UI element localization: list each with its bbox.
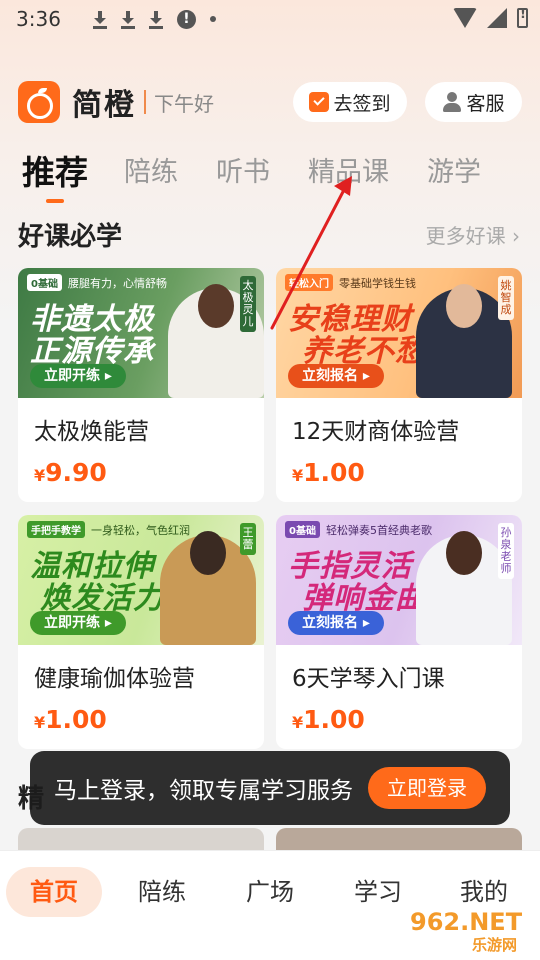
battery-icon: [517, 7, 528, 28]
download-icon: [148, 9, 163, 29]
course-banner: 0基础 轻松弹奏5首经典老歌 手指灵活 弹响金曲 立刻报名 ▸ 孙泉老师: [276, 515, 522, 645]
wifi-icon: [453, 8, 477, 28]
banner-tagline: 轻松弹奏5首经典老歌: [325, 523, 432, 537]
app-logo-icon: [18, 81, 60, 123]
app-header: 简橙 下午好 去签到 客服: [18, 80, 522, 124]
login-prompt-text: 马上登录，领取专属学习服务: [54, 778, 353, 804]
user-icon: [442, 92, 462, 112]
banner-chip: 0基础: [27, 274, 62, 291]
category-tabs: 推荐 陪练 听书 精品课 游学: [22, 145, 519, 203]
banner-tagline: 腰腿有力，心情舒畅: [67, 276, 167, 290]
banner-chip: 0基础: [285, 521, 320, 538]
course-card[interactable]: 0基础 轻松弹奏5首经典老歌 手指灵活 弹响金曲 立刻报名 ▸ 孙泉老师 6天学…: [276, 515, 522, 749]
tab-study-tour[interactable]: 游学: [427, 151, 481, 195]
calendar-check-icon: [309, 92, 330, 112]
banner-cta: 立刻报名 ▸: [288, 611, 384, 635]
nav-practice[interactable]: 陪练: [114, 867, 210, 917]
bottom-navigation: 首页 陪练 广场 学习 我的 962.NET 乐游网: [0, 850, 540, 960]
course-card[interactable]: 手把手教学 一身轻松，气色红润 温和拉伸 焕发活力 立即开练 ▸ 王蕾 健康瑜伽…: [18, 515, 264, 749]
course-banner: 0基础 腰腿有力，心情舒畅 非遗太极 正源传承 立即开练 ▸ 太极灵儿: [18, 268, 264, 398]
nav-home[interactable]: 首页: [6, 867, 102, 917]
download-icon: [92, 9, 107, 29]
banner-chip: 轻松入门: [285, 274, 333, 291]
course-name: 12天财商体验营: [292, 419, 460, 445]
banner-cta: 立即开练 ▸: [30, 364, 126, 388]
alert-icon: !: [176, 9, 196, 29]
course-banner: 手把手教学 一身轻松，气色红润 温和拉伸 焕发活力 立即开练 ▸ 王蕾: [18, 515, 264, 645]
more-courses-link[interactable]: 更多好课 ›: [426, 220, 520, 249]
status-time: 3:36: [16, 7, 61, 31]
teacher-name-tag: 太极灵儿: [240, 276, 256, 332]
signal-icon: [487, 8, 507, 28]
login-button[interactable]: 立即登录: [368, 767, 486, 809]
course-card[interactable]: 轻松入门 零基础学钱生钱 安稳理财 养老不愁 立刻报名 ▸ 姚智成 12天财商体…: [276, 268, 522, 502]
service-label: 客服: [466, 92, 505, 115]
status-bar: 3:36 !: [0, 0, 540, 38]
banner-chip: 手把手教学: [27, 521, 85, 538]
banner-tagline: 一身轻松，气色红润: [91, 523, 190, 537]
course-price: ¥1.00: [292, 705, 365, 734]
course-name: 健康瑜伽体验营: [34, 666, 195, 692]
course-name: 6天学琴入门课: [292, 666, 445, 692]
tab-practice[interactable]: 陪练: [124, 151, 178, 195]
tab-premium-courses[interactable]: 精品课: [308, 151, 389, 195]
watermark-line2: 乐游网: [472, 936, 517, 954]
course-card[interactable]: 0基础 腰腿有力，心情舒畅 非遗太极 正源传承 立即开练 ▸ 太极灵儿 太极焕能…: [18, 268, 264, 502]
section-title: 好课必学: [18, 222, 123, 252]
login-prompt-toast: 马上登录，领取专属学习服务 立即登录: [30, 751, 510, 825]
site-watermark: 962.NET 乐游网: [402, 902, 534, 956]
checkin-label: 去签到: [333, 92, 391, 115]
banner-cta: 立刻报名 ▸: [288, 364, 384, 388]
banner-cta: 立即开练 ▸: [30, 611, 126, 635]
header-divider: [144, 90, 146, 114]
app-name: 简橙: [72, 88, 136, 123]
nav-plaza[interactable]: 广场: [222, 867, 318, 917]
more-notifications-icon: [209, 16, 216, 22]
greeting-text: 下午好: [154, 91, 214, 116]
banner-tagline: 零基础学钱生钱: [339, 276, 416, 290]
customer-service-button[interactable]: 客服: [425, 82, 522, 122]
course-name: 太极焕能营: [34, 419, 149, 445]
course-price: ¥1.00: [292, 458, 365, 487]
tab-audiobooks[interactable]: 听书: [216, 151, 270, 195]
teacher-name-tag: 姚智成: [498, 276, 514, 320]
course-price: ¥9.90: [34, 458, 107, 487]
course-price: ¥1.00: [34, 705, 107, 734]
tab-recommend[interactable]: 推荐: [22, 151, 88, 203]
teacher-name-tag: 王蕾: [240, 523, 256, 555]
download-icon: [120, 9, 135, 29]
teacher-name-tag: 孙泉老师: [498, 523, 514, 579]
course-banner: 轻松入门 零基础学钱生钱 安稳理财 养老不愁 立刻报名 ▸ 姚智成: [276, 268, 522, 398]
watermark-line1: 962.NET: [410, 908, 523, 936]
checkin-button[interactable]: 去签到: [293, 82, 407, 122]
